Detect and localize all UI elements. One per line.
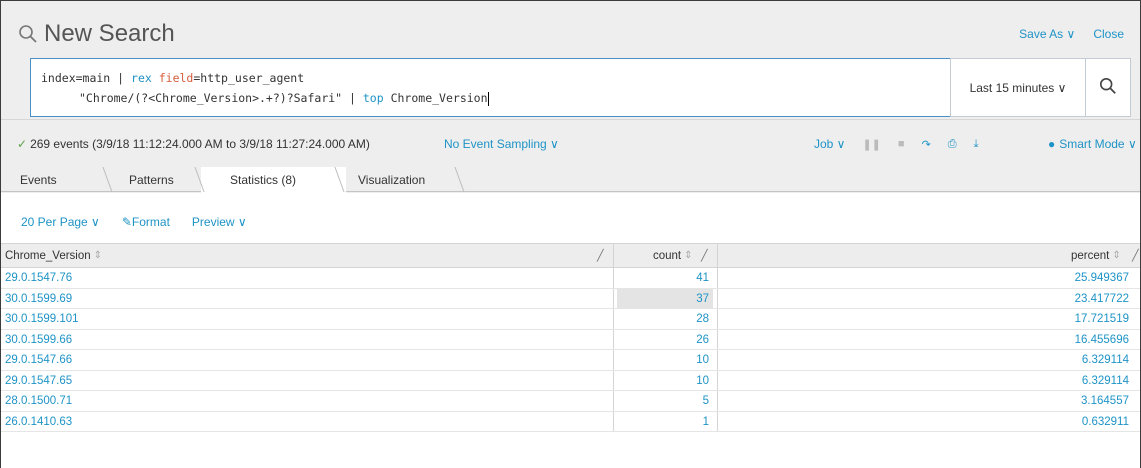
col-header-chrome-version[interactable]: Chrome_Version ⇕ [5, 244, 102, 267]
column-divider [613, 370, 614, 390]
query-line-2: "Chrome/(?<Chrome_Version>.+?)?Safari" |… [79, 91, 489, 106]
pencil-icon: ✎ [121, 215, 132, 229]
tab-visualization[interactable]: Visualization [358, 167, 425, 192]
share-icon[interactable]: ↷ [922, 138, 931, 151]
sort-icon: ⇕ [93, 250, 103, 261]
run-search-button[interactable] [1086, 58, 1131, 117]
print-icon[interactable]: ⎙ [948, 138, 957, 151]
text-caret [487, 91, 489, 106]
search-query-input[interactable]: index=main | rex field=http_user_agent "… [30, 58, 950, 117]
table-row: 29.0.1547.66 10 6.329114 [1, 350, 1140, 371]
table-body: 29.0.1547.76 41 25.949367 30.0.1599.69 37 23.… [1, 268, 1140, 432]
col-header-percent[interactable]: percent ⇕ [1071, 244, 1121, 267]
results-tabs: Events Patterns Statistics (8) Visualiza… [1, 167, 1140, 193]
tab-divider [102, 167, 113, 192]
column-divider [613, 244, 614, 267]
search-header: New Search Save As ∨ Close index=main | … [1, 1, 1140, 119]
cell-percent[interactable]: 0.632911 [717, 412, 1129, 432]
stop-icon[interactable]: ■ [898, 138, 905, 150]
table-row: 29.0.1547.65 10 6.329114 [1, 370, 1140, 391]
statistics-panel: 20 Per Page ∨ ✎Format Preview ∨ Chrome_V… [1, 193, 1140, 468]
cell-count[interactable]: 28 [617, 309, 713, 329]
cell-percent[interactable]: 23.417722 [717, 289, 1129, 309]
column-divider [613, 309, 614, 329]
tab-patterns[interactable]: Patterns [129, 167, 174, 192]
header-actions: Save As ∨ Close [1019, 27, 1124, 41]
column-divider [613, 288, 614, 308]
pause-icon[interactable]: ❚❚ [862, 138, 880, 151]
cell-percent[interactable]: 6.329114 [717, 371, 1129, 391]
sort-icon: ⇕ [1112, 250, 1121, 261]
cell-percent[interactable]: 17.721519 [717, 309, 1129, 329]
tab-events[interactable]: Events [20, 167, 57, 192]
column-divider [613, 329, 614, 349]
edit-column-icon[interactable]: ╱ [1132, 244, 1139, 267]
col-header-count[interactable]: count ⇕ [653, 244, 693, 267]
cell-count[interactable]: 41 [617, 268, 713, 288]
table-row: 30.0.1599.101 28 17.721519 [1, 309, 1140, 330]
cell-count[interactable]: 5 [617, 391, 713, 411]
column-divider [613, 350, 614, 370]
results-table: Chrome_Version ⇕ ╱ count ⇕ ╱ percent ⇕ ╱ 29… [1, 243, 1140, 432]
table-row: 30.0.1599.69 37 23.417722 [1, 288, 1140, 309]
search-icon [1099, 77, 1117, 98]
job-status-bar: ✓ 269 events (3/9/18 11:12:24.000 AM to … [1, 119, 1140, 168]
cell-count[interactable]: 10 [617, 371, 713, 391]
save-as-button[interactable]: Save As ∨ [1019, 27, 1075, 41]
page-title-text: New Search [44, 20, 175, 47]
job-controls: Job ∨ ❚❚ ■ ↷ ⎙ ⤓ [814, 137, 978, 151]
edit-column-icon[interactable]: ╱ [701, 244, 708, 267]
table-row: 26.0.1410.63 1 0.632911 [1, 411, 1140, 432]
cell-chrome-version[interactable]: 26.0.1410.63 [5, 412, 72, 432]
export-icon[interactable]: ⤓ [974, 138, 979, 151]
cell-chrome-version[interactable]: 30.0.1599.66 [5, 330, 72, 350]
table-header: Chrome_Version ⇕ ╱ count ⇕ ╱ percent ⇕ ╱ [1, 243, 1140, 268]
table-row: 28.0.1500.71 5 3.164557 [1, 391, 1140, 412]
cell-count[interactable]: 37 [617, 288, 713, 309]
cell-chrome-version[interactable]: 29.0.1547.76 [5, 268, 72, 288]
cell-count[interactable]: 1 [617, 412, 713, 432]
search-icon [18, 24, 38, 44]
event-sampling-dropdown[interactable]: No Event Sampling ∨ [444, 137, 559, 151]
column-divider [717, 244, 718, 267]
cell-chrome-version[interactable]: 29.0.1547.66 [5, 350, 72, 370]
search-mode-dropdown[interactable]: ● Smart Mode ∨ [1048, 137, 1137, 151]
table-row: 29.0.1547.76 41 25.949367 [1, 268, 1140, 289]
edit-column-icon[interactable]: ╱ [597, 244, 604, 267]
column-divider [613, 268, 614, 288]
bulb-icon: ● [1048, 137, 1056, 151]
cell-chrome-version[interactable]: 30.0.1599.69 [5, 289, 72, 309]
column-divider [613, 411, 614, 431]
page-title: New Search [18, 20, 175, 48]
app-window: New Search Save As ∨ Close index=main | … [0, 0, 1141, 468]
query-line-1: index=main | rex field=http_user_agent [41, 71, 305, 85]
column-divider [613, 391, 614, 411]
cell-count[interactable]: 26 [617, 330, 713, 350]
cell-chrome-version[interactable]: 30.0.1599.101 [5, 309, 79, 329]
sort-icon: ⇕ [684, 250, 693, 261]
check-icon: ✓ [17, 137, 28, 151]
table-toolbar: 20 Per Page ∨ ✎Format Preview ∨ [21, 215, 247, 229]
event-count: ✓ 269 events (3/9/18 11:12:24.000 AM to … [17, 137, 370, 151]
cell-percent[interactable]: 3.164557 [717, 391, 1129, 411]
cell-chrome-version[interactable]: 29.0.1547.65 [5, 371, 72, 391]
cell-count[interactable]: 10 [617, 350, 713, 370]
tab-statistics[interactable]: Statistics (8) [230, 167, 296, 192]
cell-percent[interactable]: 25.949367 [717, 268, 1129, 288]
cell-percent[interactable]: 16.455696 [717, 330, 1129, 350]
per-page-dropdown[interactable]: 20 Per Page ∨ [21, 215, 100, 229]
format-button[interactable]: ✎Format [122, 215, 170, 229]
table-row: 30.0.1599.66 26 16.455696 [1, 329, 1140, 350]
job-menu[interactable]: Job ∨ [814, 137, 845, 151]
tab-divider [454, 167, 465, 192]
close-button[interactable]: Close [1093, 27, 1124, 41]
cell-percent[interactable]: 6.329114 [717, 350, 1129, 370]
time-range-picker[interactable]: Last 15 minutes ∨ [950, 58, 1086, 117]
preview-dropdown[interactable]: Preview ∨ [192, 215, 247, 229]
cell-chrome-version[interactable]: 28.0.1500.71 [5, 391, 72, 411]
time-range-label: Last 15 minutes ∨ [969, 80, 1067, 95]
